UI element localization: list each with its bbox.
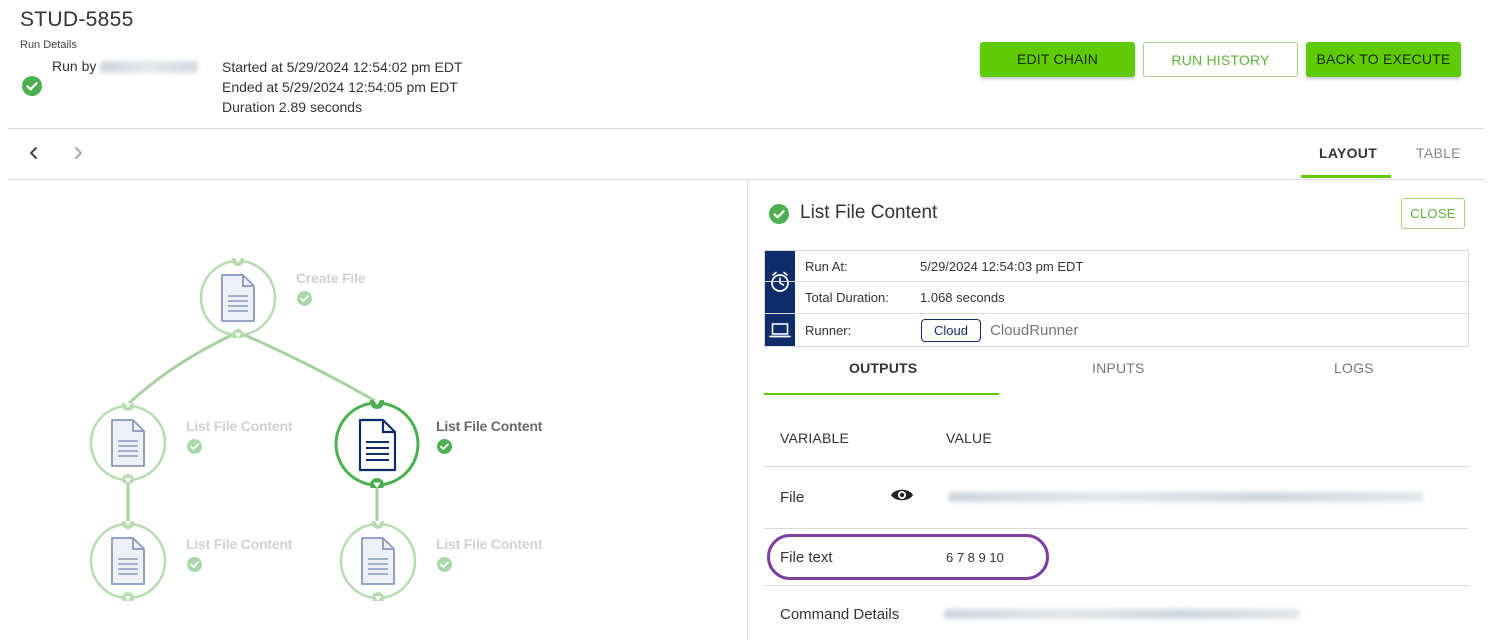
- chain-node-selected[interactable]: [333, 395, 421, 492]
- node-label: List File Content: [436, 418, 543, 434]
- node-label: List File Content: [186, 536, 293, 552]
- node-success-icon: [187, 439, 202, 454]
- tab-table[interactable]: TABLE: [1416, 145, 1461, 161]
- chain-node[interactable]: [88, 399, 168, 486]
- tab-logs[interactable]: LOGS: [1334, 360, 1374, 376]
- node-success-icon: [187, 557, 202, 572]
- tab-layout-indicator: [1301, 175, 1391, 178]
- chain-node[interactable]: [338, 517, 418, 604]
- row-divider: [764, 466, 1469, 467]
- redacted-output-value: [944, 609, 1300, 619]
- step-title: List File Content: [800, 202, 938, 223]
- run-at-value: 5/29/2024 12:54:03 pm EDT: [920, 259, 1084, 274]
- success-check-icon: [22, 76, 42, 96]
- runner-row: Runner: Cloud CloudRunner: [765, 314, 1468, 346]
- step-detail-panel: List File Content CLOSE Run At: 5/29/202…: [748, 180, 1490, 640]
- document-icon: [334, 395, 420, 492]
- total-duration-value: 1.068 seconds: [920, 290, 1005, 305]
- run-at-row: Run At: 5/29/2024 12:54:03 pm EDT: [765, 251, 1468, 282]
- tab-layout[interactable]: LAYOUT: [1319, 145, 1377, 161]
- node-label: List File Content: [186, 418, 293, 434]
- row-divider: [764, 585, 1469, 586]
- document-icon: [339, 517, 417, 604]
- run-at-label: Run At:: [805, 259, 848, 274]
- header-divider: [8, 128, 1485, 129]
- chain-node[interactable]: [198, 254, 278, 341]
- highlight-annotation: [767, 534, 1049, 580]
- success-check-icon: [769, 204, 789, 224]
- edit-chain-button[interactable]: EDIT CHAIN: [980, 42, 1135, 77]
- page-subtitle: Run Details: [20, 39, 77, 51]
- node-success-icon: [297, 291, 312, 306]
- total-duration-row: Total Duration: 1.068 seconds: [765, 282, 1468, 314]
- document-icon: [199, 254, 277, 341]
- node-label: Create File: [296, 270, 366, 286]
- chain-diagram: Create File List File Content List File …: [0, 180, 747, 640]
- chain-node[interactable]: [88, 517, 168, 604]
- eye-icon[interactable]: [890, 485, 914, 505]
- run-duration: Duration 2.89 seconds: [222, 99, 363, 115]
- runner-type-badge: Cloud: [921, 319, 981, 342]
- step-info-table: Run At: 5/29/2024 12:54:03 pm EDT Total …: [764, 250, 1469, 347]
- run-times: Started at 5/29/2024 12:54:02 pm EDT End…: [222, 57, 463, 117]
- output-variable-name: Command Details: [780, 606, 900, 623]
- back-to-execute-button[interactable]: BACK TO EXECUTE: [1306, 42, 1461, 77]
- started-at: Started at 5/29/2024 12:54:02 pm EDT: [222, 59, 463, 75]
- run-by: Run by: [52, 58, 199, 74]
- runner-name: CloudRunner: [990, 322, 1079, 339]
- node-success-icon: [437, 439, 452, 454]
- output-variable-name: File: [780, 489, 805, 506]
- node-label: List File Content: [436, 536, 543, 552]
- total-duration-label: Total Duration:: [805, 290, 889, 305]
- run-history-button[interactable]: RUN HISTORY: [1143, 42, 1298, 77]
- column-header-value: VALUE: [946, 430, 992, 446]
- column-header-variable: VARIABLE: [780, 430, 850, 446]
- document-icon: [89, 517, 167, 604]
- row-divider: [764, 528, 1469, 529]
- run-header: STUD-5855 Run Details Run by Started at …: [0, 0, 1490, 128]
- tab-outputs-indicator: [764, 393, 999, 395]
- close-button[interactable]: CLOSE: [1401, 198, 1465, 229]
- page-title: STUD-5855: [20, 8, 134, 31]
- redacted-user-name: [100, 61, 199, 74]
- tab-outputs[interactable]: OUTPUTS: [849, 360, 917, 376]
- runner-label: Runner:: [805, 323, 852, 338]
- run-by-label: Run by: [52, 58, 97, 74]
- redacted-output-value: [948, 492, 1423, 502]
- tab-inputs[interactable]: INPUTS: [1092, 360, 1145, 376]
- ended-at: Ended at 5/29/2024 12:54:05 pm EDT: [222, 79, 458, 95]
- node-success-icon: [437, 557, 452, 572]
- document-icon: [89, 399, 167, 486]
- chevron-left-icon[interactable]: [24, 140, 44, 173]
- chevron-right-icon[interactable]: [68, 140, 88, 173]
